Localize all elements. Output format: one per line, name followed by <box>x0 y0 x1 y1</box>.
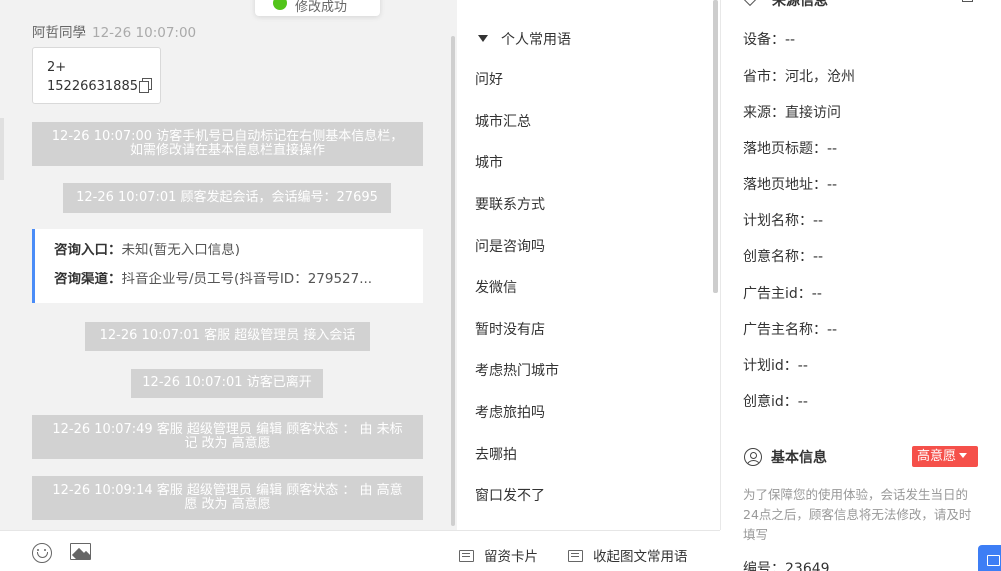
lead-card-label: 留资卡片 <box>484 549 538 565</box>
system-message-line: 愿 改为 高意愿 <box>184 497 271 512</box>
info-field-landing-url: 落地页地址：-- <box>743 177 838 193</box>
system-message: 12-26 10:07:01 顾客发起会话，会话编号：27695 <box>63 183 391 213</box>
emoji-icon[interactable] <box>32 543 52 563</box>
chat-panel: 修改成功 阿哲同學 12-26 10:07:00 2+ 15226631885 1… <box>0 0 457 530</box>
source-info-title: 来源信息 <box>772 0 828 9</box>
caret-down-icon <box>959 453 968 458</box>
phrase-item[interactable]: 问好 <box>475 69 503 89</box>
floating-message-button[interactable] <box>978 545 1001 571</box>
chat-scrollbar[interactable] <box>451 36 455 526</box>
system-message-line: 12-26 10:07:00 访客手机号已自动标记在右侧基本信息栏， <box>51 129 404 144</box>
info-field-plan-name: 计划名称：-- <box>743 213 824 229</box>
consult-channel-label: 咨询渠道： <box>54 272 122 287</box>
phrases-scrollbar[interactable] <box>713 0 718 293</box>
chat-input-toolbar: 留资卡片 收起图文常用语 <box>0 530 720 571</box>
system-message: 12-26 10:07:49 客服 超级管理员 编辑 顾客状态 ： 由 未标 记… <box>32 415 423 459</box>
info-field-number: 编号：23649 <box>743 558 830 571</box>
phrase-item[interactable]: 考虑热门城市 <box>475 360 559 380</box>
success-check-icon <box>273 0 287 10</box>
info-field-advertiser-id: 广告主id：-- <box>743 286 822 302</box>
lead-card-button[interactable]: 留资卡片 <box>459 545 538 565</box>
collapse-phrases-label: 收起图文常用语 <box>593 549 688 565</box>
phrase-item[interactable]: 城市 <box>475 152 503 172</box>
basic-info-title: 基本信息 <box>771 450 827 466</box>
system-message-line: 12-26 10:09:14 客服 超级管理员 编辑 顾客状态 ： 由 高意 <box>52 483 403 498</box>
message-sender: 阿哲同學 12-26 10:07:00 <box>32 21 196 41</box>
bubble-phone: 15226631885 <box>47 79 138 94</box>
system-message-line: 12-26 10:07:49 客服 超级管理员 编辑 顾客状态 ： 由 未标 <box>52 422 403 437</box>
info-field-landing-title: 落地页标题：-- <box>743 141 838 157</box>
info-field-source: 来源：直接访问 <box>743 105 841 121</box>
phrase-item[interactable]: 暂时没有店 <box>475 319 545 339</box>
consult-entry-card: 咨询入口：未知(暂无入口信息) 咨询渠道：抖音企业号/员工号(抖音号ID：279… <box>32 229 423 303</box>
edit-icon[interactable] <box>962 0 973 2</box>
phrase-item[interactable]: 问是咨询吗 <box>475 236 545 256</box>
number-value: 23649 <box>785 561 830 571</box>
phrase-group-title: 个人常用语 <box>501 32 571 48</box>
consult-entry-row: 咨询入口：未知(暂无入口信息) <box>54 243 423 258</box>
phrase-item[interactable]: 发微信 <box>475 277 517 297</box>
basic-info-header: 基本信息 <box>744 447 827 467</box>
sender-time: 12-26 10:07:00 <box>92 25 197 41</box>
info-field-region: 省市：河北，沧州 <box>743 69 855 85</box>
info-field-plan-id: 计划id：-- <box>743 358 808 374</box>
system-message: 12-26 10:07:01 客服 超级管理员 接入会话 <box>85 322 370 351</box>
info-field-creative-id: 创意id：-- <box>743 394 808 410</box>
sender-name: 阿哲同學 <box>32 25 86 41</box>
phrase-item[interactable]: 窗口发不了 <box>475 485 545 505</box>
consult-entry-value: 未知(暂无入口信息) <box>121 243 241 258</box>
copy-icon[interactable] <box>138 78 152 93</box>
image-icon[interactable] <box>70 543 91 560</box>
collapse-phrases-button[interactable]: 收起图文常用语 <box>568 545 688 565</box>
phrase-group-header[interactable]: 个人常用语 <box>478 29 571 49</box>
message-bubble[interactable]: 2+ 15226631885 <box>32 47 161 104</box>
info-field-creative-name: 创意名称：-- <box>743 249 824 265</box>
intent-status-label: 高意愿 <box>917 449 957 464</box>
phrase-item[interactable]: 去哪拍 <box>475 444 517 464</box>
success-toast: 修改成功 <box>255 0 380 16</box>
system-message-line: 记 改为 高意愿 <box>184 436 271 451</box>
info-field-device: 设备：-- <box>743 32 796 48</box>
phrase-item[interactable]: 城市汇总 <box>475 111 531 131</box>
number-label: 编号： <box>743 561 785 571</box>
consult-entry-label: 咨询入口： <box>54 243 122 258</box>
system-message-line: 12-26 10:07:01 访客已离开 <box>142 375 312 390</box>
caret-down-icon <box>478 35 488 42</box>
system-message: 12-26 10:09:14 客服 超级管理员 编辑 顾客状态 ： 由 高意 愿… <box>32 476 423 520</box>
phrase-item[interactable]: 要联系方式 <box>475 194 545 214</box>
card-icon <box>459 550 474 562</box>
phrase-item[interactable]: 考虑旅拍吗 <box>475 402 545 422</box>
system-message-line: 12-26 10:07:01 客服 超级管理员 接入会话 <box>99 328 356 343</box>
info-field-advertiser-name: 广告主名称：-- <box>743 322 838 338</box>
bubble-line-1: 2+ <box>47 60 67 75</box>
edit-deadline-note: 为了保障您的使用体验，会话发生当日的24点之后，顾客信息将无法修改，请及时填写 <box>743 487 972 542</box>
system-message-line: 如需修改请在基本信息栏直接操作 <box>129 143 325 158</box>
chat-left-strip <box>0 118 4 180</box>
user-icon <box>744 448 762 466</box>
consult-channel-value: 抖音企业号/员工号(抖音号ID：279527... <box>121 272 373 287</box>
consult-channel-row: 咨询渠道：抖音企业号/员工号(抖音号ID：279527... <box>54 272 423 287</box>
toast-text: 修改成功 <box>295 0 348 15</box>
intent-status-dropdown[interactable]: 高意愿 <box>912 446 978 467</box>
phrases-icon <box>568 550 583 562</box>
system-message: 12-26 10:07:01 访客已离开 <box>131 369 323 398</box>
system-message: 12-26 10:07:00 访客手机号已自动标记在右侧基本信息栏， 如需修改请… <box>32 122 423 166</box>
system-message-line: 12-26 10:07:01 顾客发起会话，会话编号：27695 <box>76 190 378 205</box>
